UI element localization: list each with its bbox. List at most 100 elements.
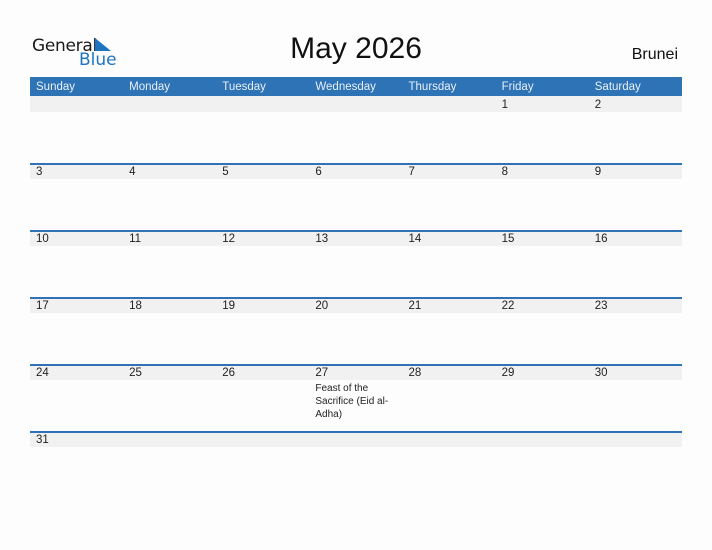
day-number: 12 — [222, 233, 236, 245]
day-number: 25 — [129, 367, 142, 379]
day-cell: 28 — [403, 364, 496, 421]
day-number: 11 — [129, 233, 142, 245]
week-row: 12 — [30, 96, 682, 163]
weekday-header: Sunday Monday Tuesday Wednesday Thursday… — [30, 77, 682, 96]
day-number: 3 — [36, 166, 43, 178]
day-cell: 31 — [30, 431, 123, 449]
day-cell: 10 — [30, 230, 123, 248]
day-cell: 29 — [496, 364, 589, 421]
day-cell: 1 — [496, 96, 589, 114]
day-number — [315, 96, 402, 114]
day-cell: 30 — [589, 364, 682, 421]
day-cell: 19 — [216, 297, 309, 315]
day-number: 8 — [501, 166, 509, 178]
day-number: 1 — [501, 99, 509, 111]
day-cell: 16 — [589, 230, 682, 248]
day-cell: 14 — [403, 230, 496, 248]
day-cell — [123, 431, 216, 449]
day-cell — [216, 431, 309, 449]
day-cell — [403, 96, 496, 114]
day-number: 21 — [408, 300, 422, 312]
day-cell: 11 — [123, 230, 216, 248]
day-number: 2 — [594, 99, 602, 111]
day-cell — [216, 96, 309, 114]
day-number: 20 — [315, 300, 329, 312]
day-cell: 20 — [309, 297, 402, 315]
weekday-tuesday: Tuesday — [222, 81, 266, 93]
day-number: 22 — [501, 300, 515, 312]
day-number: 15 — [501, 233, 515, 245]
day-cell: 23 — [589, 297, 682, 315]
day-number: 29 — [501, 367, 515, 379]
weekday-sunday: Sunday — [36, 81, 76, 93]
day-number: 6 — [315, 166, 322, 178]
day-number: 10 — [36, 233, 49, 245]
day-cell: 4 — [123, 163, 216, 181]
week-row: 3 4 5 6 7 8 9 — [30, 163, 682, 230]
holiday-event: Feast of the Sacrifice (Eid al-Adha) — [315, 383, 389, 420]
day-number — [502, 431, 589, 449]
week-row: 24 25 26 27 Feast of the Sacrifice (Eid al-A… — [30, 364, 682, 431]
day-number — [315, 431, 402, 449]
day-number: 19 — [222, 300, 236, 312]
day-number: 18 — [129, 300, 142, 312]
week-row: 10 11 12 13 14 15 16 — [30, 230, 682, 297]
day-cell — [309, 96, 402, 114]
day-number: 13 — [315, 233, 329, 245]
day-cell: 2 — [589, 96, 682, 114]
day-number: 14 — [408, 233, 422, 245]
day-cell: 7 — [403, 163, 496, 181]
day-number: 17 — [36, 300, 49, 312]
weekday-monday: Monday — [129, 81, 171, 93]
day-cell: 22 — [496, 297, 589, 315]
day-number: 7 — [408, 166, 415, 178]
day-number — [129, 96, 216, 114]
day-number: 23 — [594, 300, 608, 312]
weekday-saturday: Saturday — [594, 81, 641, 93]
day-number: 26 — [222, 367, 236, 379]
day-number — [129, 431, 216, 449]
day-number: 27 — [315, 367, 329, 379]
day-cell: 13 — [309, 230, 402, 248]
day-cell: 24 — [30, 364, 123, 421]
day-number: 4 — [129, 166, 136, 178]
day-cell: 27 Feast of the Sacrifice (Eid al-Adha) — [309, 364, 402, 421]
day-cell — [589, 431, 682, 449]
day-cell: 17 — [30, 297, 123, 315]
week-row: 17 18 19 20 21 22 23 — [30, 297, 682, 364]
day-cell — [309, 431, 402, 449]
day-cell — [403, 431, 496, 449]
day-number: 24 — [36, 367, 49, 379]
day-cell — [496, 431, 589, 449]
day-cell: 9 — [589, 163, 682, 181]
day-cell — [30, 96, 123, 114]
day-cell — [123, 96, 216, 114]
day-cell: 12 — [216, 230, 309, 248]
day-number — [409, 96, 496, 114]
day-cell: 8 — [496, 163, 589, 181]
day-cell: 18 — [123, 297, 216, 315]
weekday-friday: Friday — [501, 81, 534, 93]
day-cell: 3 — [30, 163, 123, 181]
country-label: Brunei — [631, 46, 678, 63]
day-number: 16 — [594, 233, 608, 245]
day-number: 30 — [594, 367, 608, 379]
day-number — [222, 96, 309, 114]
weekday-wednesday: Wednesday — [315, 81, 376, 93]
weeks-container: 1 2 3 4 5 6 7 8 9 10 11 12 13 14 15 16 17 18 19 20 21 22 23 24 2… — [30, 96, 682, 498]
day-cell: 15 — [496, 230, 589, 248]
day-cell: 25 — [123, 364, 216, 421]
week-row: 31 — [30, 431, 682, 498]
day-cell: 5 — [216, 163, 309, 181]
day-number — [222, 431, 309, 449]
day-cell: 21 — [403, 297, 496, 315]
weekday-thursday: Thursday — [408, 81, 457, 93]
day-number — [36, 96, 123, 114]
day-number: 28 — [408, 367, 422, 379]
day-number: 31 — [36, 434, 49, 446]
day-number: 5 — [222, 166, 229, 178]
day-number — [595, 431, 682, 449]
day-cell: 26 — [216, 364, 309, 421]
day-cell: 6 — [309, 163, 402, 181]
calendar-grid: Sunday Monday Tuesday Wednesday Thursday… — [30, 77, 682, 498]
